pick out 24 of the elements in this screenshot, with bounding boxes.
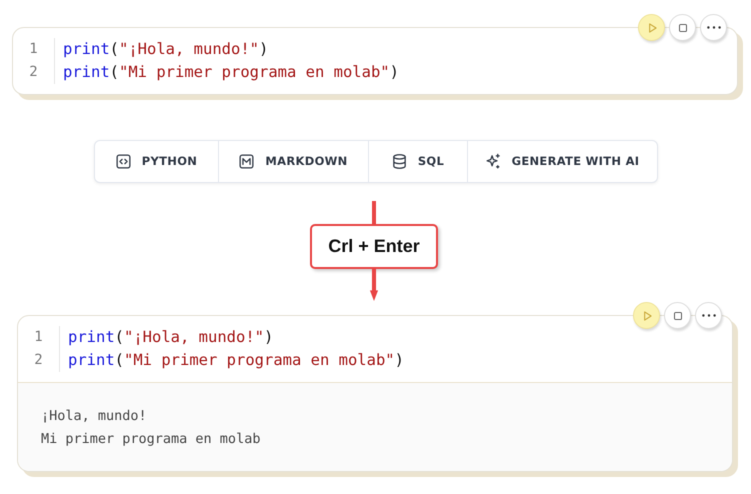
code-line: print("Mi primer programa en molab") [63, 62, 399, 83]
line-number: 2 [33, 351, 44, 370]
code-line: print("¡Hola, mundo!") [68, 327, 274, 348]
markdown-icon [238, 153, 256, 170]
line-number: 2 [28, 63, 39, 82]
add-cell-button[interactable]: SQL [368, 141, 468, 182]
down-arrow [367, 269, 381, 301]
code-line: print("Mi primer programa en molab") [68, 350, 404, 371]
add-cell-button[interactable]: MARKDOWN [218, 141, 368, 182]
stop-button[interactable] [664, 302, 691, 329]
database-icon [390, 153, 408, 170]
output-line: ¡Hola, mundo! [41, 407, 147, 426]
more-icon [706, 26, 720, 29]
code-icon [114, 153, 132, 170]
more-icon [702, 314, 716, 317]
sparkle-icon [484, 153, 502, 170]
add-cell-button[interactable]: GENERATE WITH AI [468, 141, 656, 182]
code-line: print("¡Hola, mundo!") [63, 39, 268, 60]
line-number: 1 [33, 328, 44, 347]
shortcut-label: Crl + Enter [310, 224, 438, 269]
line-number: 1 [28, 40, 39, 59]
output-line: Mi primer programa en molab [41, 430, 260, 449]
stop-button[interactable] [669, 14, 696, 41]
add-cell-button[interactable]: PYTHON [94, 141, 218, 182]
